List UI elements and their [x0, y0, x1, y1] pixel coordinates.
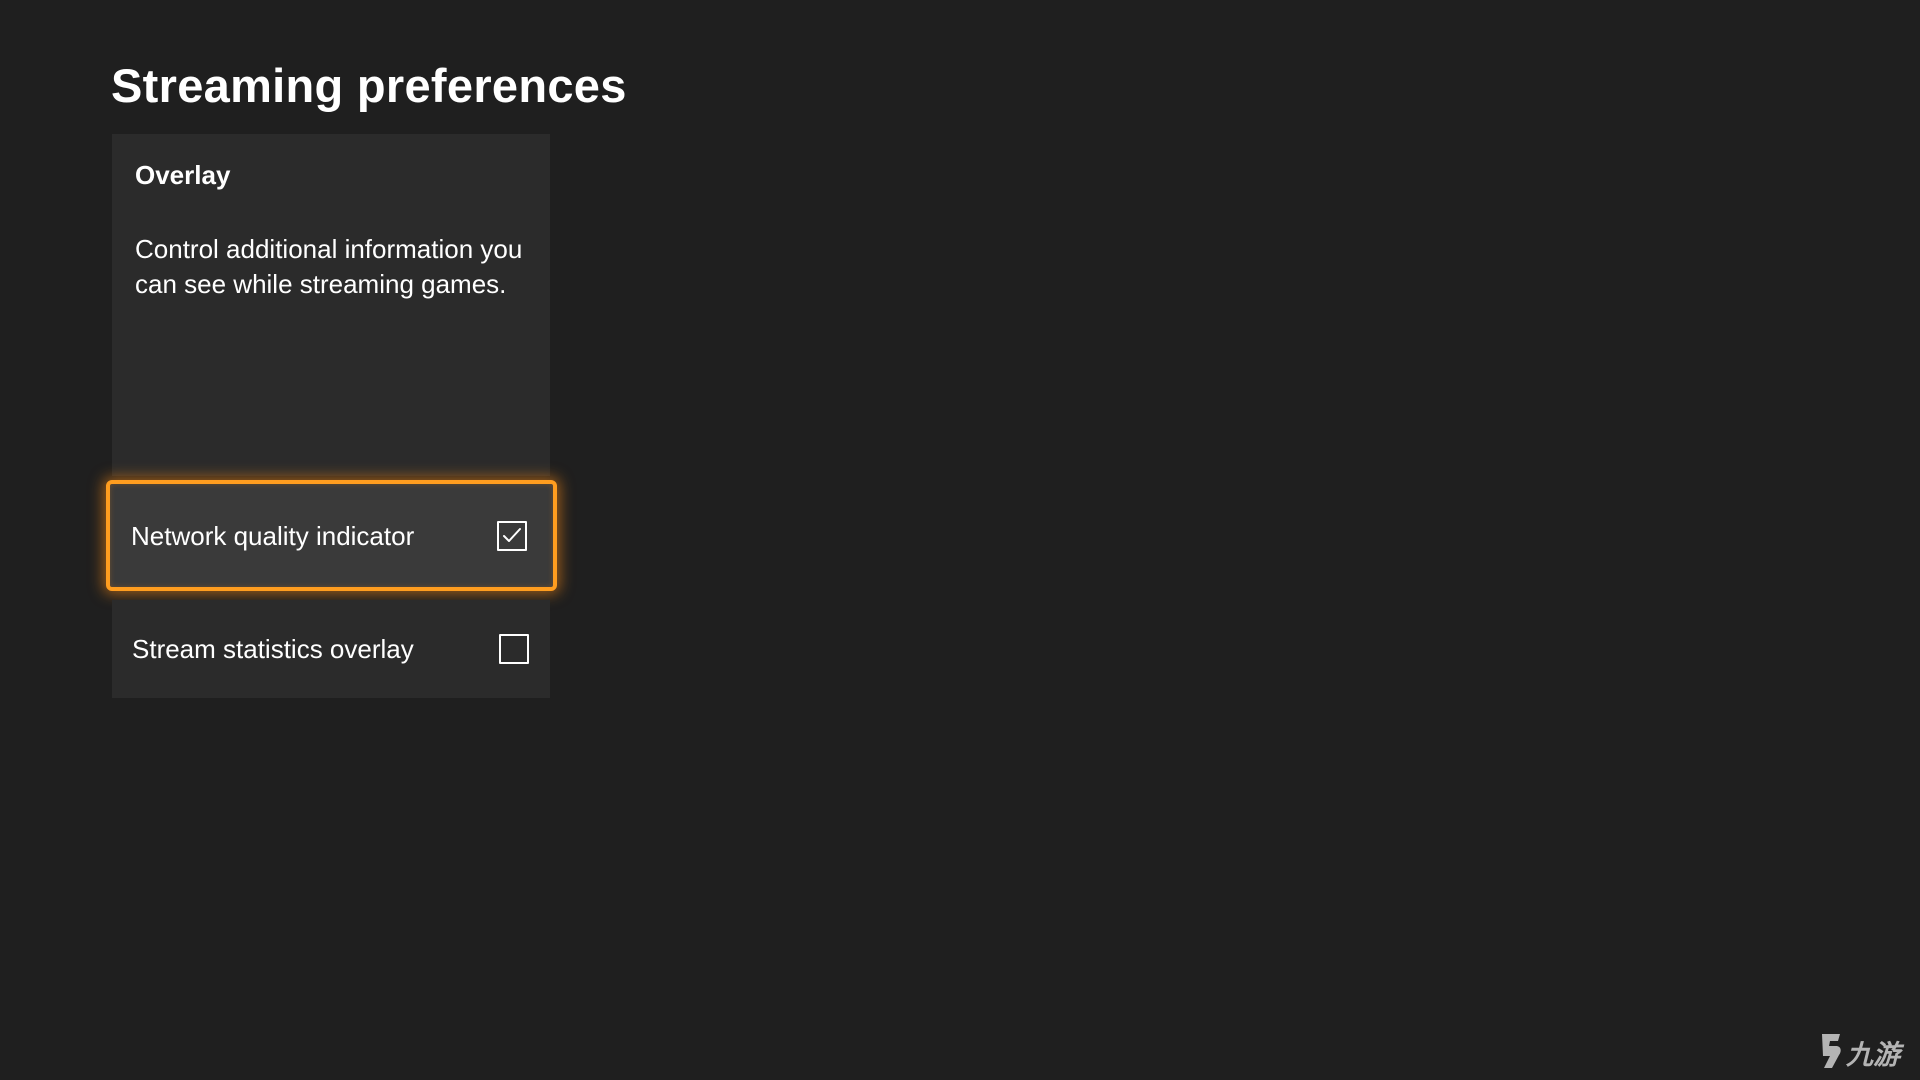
option-label: Stream statistics overlay — [132, 634, 414, 664]
watermark-icon: 九游 — [1822, 1034, 1905, 1071]
network-quality-indicator-checkbox[interactable] — [497, 520, 527, 551]
overlay-info-panel: Overlay Control additional information y… — [112, 134, 550, 476]
stream-statistics-overlay-checkbox[interactable] — [499, 634, 529, 664]
streaming-preferences-page: Streaming preferences Overlay Control ad… — [0, 0, 1920, 1080]
panel-heading: Overlay — [135, 160, 231, 190]
page-title: Streaming preferences — [111, 59, 627, 112]
checkmark-icon — [503, 527, 521, 542]
panel-description: Control additional information you can s… — [135, 234, 523, 299]
option-label: Network quality indicator — [131, 520, 415, 551]
watermark-text: 九游 — [1845, 1040, 1905, 1071]
watermark-logo: 九游 — [1816, 1028, 1912, 1074]
stream-statistics-overlay-option[interactable]: Stream statistics overlay — [112, 600, 550, 698]
network-quality-indicator-option[interactable]: Network quality indicator — [106, 480, 557, 591]
